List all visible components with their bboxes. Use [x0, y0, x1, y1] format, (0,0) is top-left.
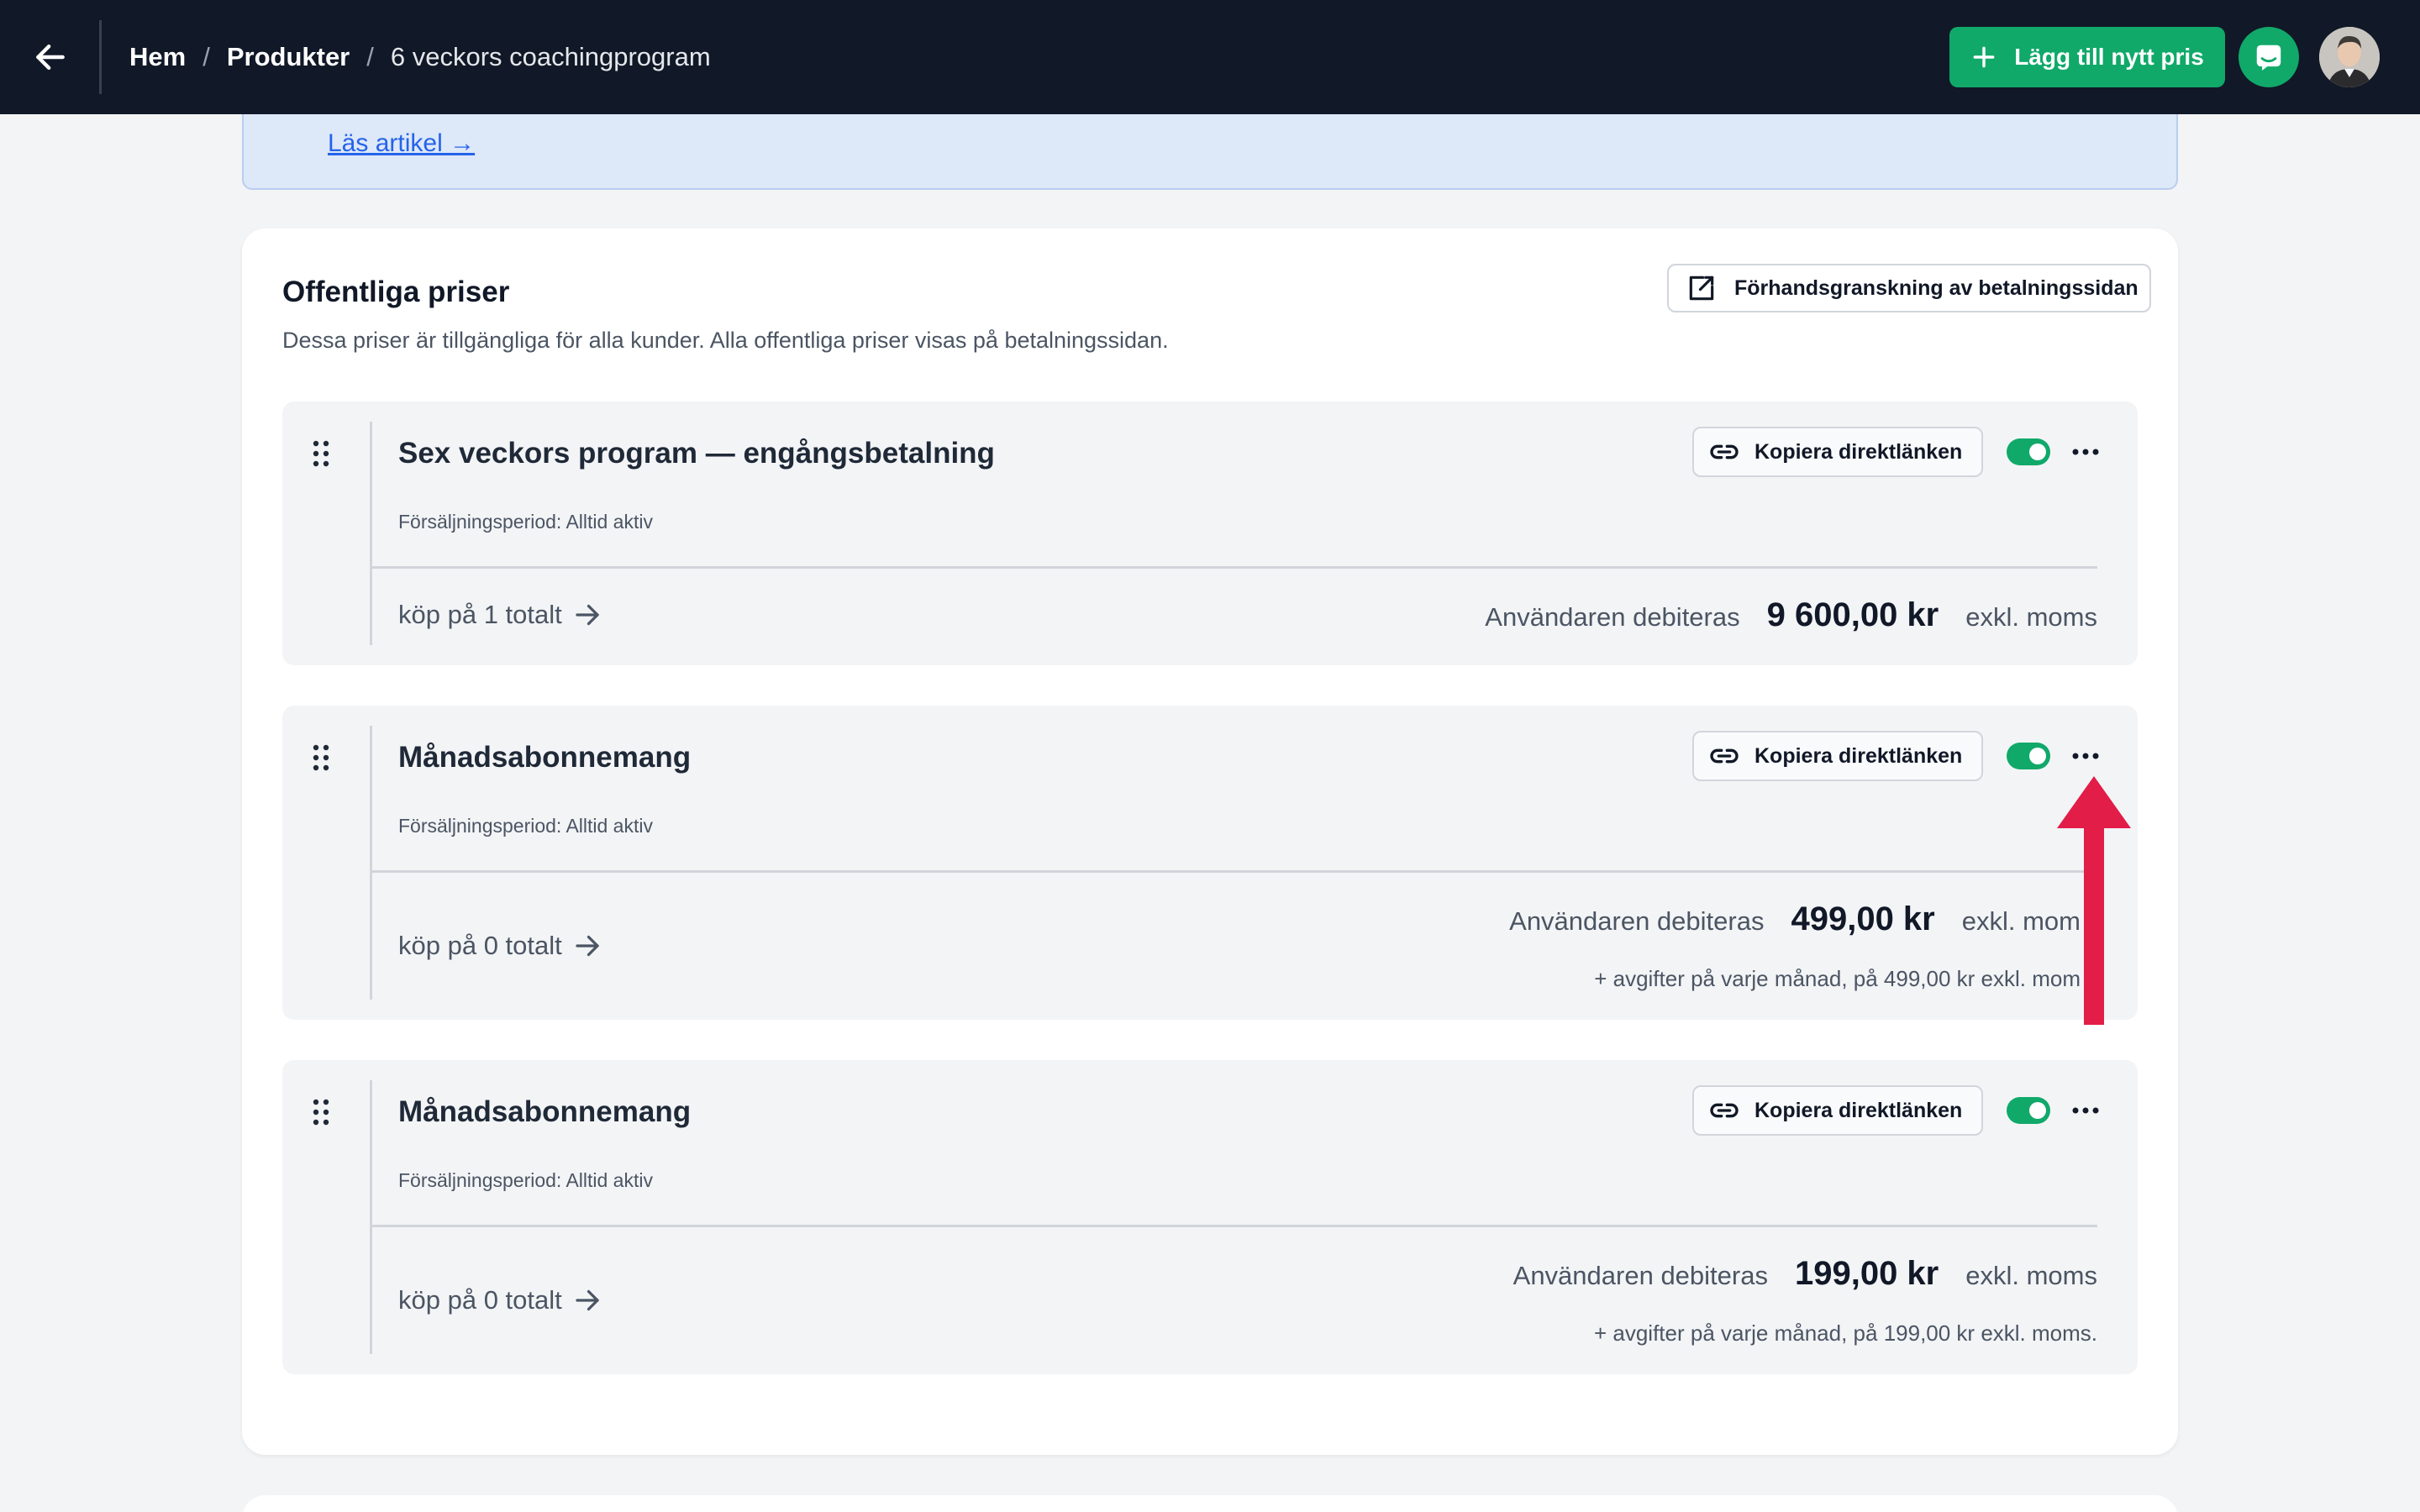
more-horizontal-icon	[2072, 449, 2099, 455]
purchases-link[interactable]: köp på 1 totalt	[398, 600, 602, 630]
section-title: Offentliga priser	[282, 276, 510, 308]
breadcrumb-home[interactable]: Hem	[129, 42, 186, 72]
row-divider-vertical	[370, 422, 372, 645]
user-avatar[interactable]	[2319, 27, 2380, 87]
more-options-button[interactable]	[2067, 433, 2104, 470]
price-amount: 9 600,00 kr	[1766, 596, 1939, 633]
avatar-image	[2319, 27, 2380, 87]
link-icon	[1710, 748, 1739, 764]
breadcrumb: Hem / Produkter / 6 veckors coachingprog…	[129, 37, 711, 77]
charge-prefix: Användaren debiteras	[1485, 602, 1740, 632]
plus-icon	[1973, 46, 1995, 68]
purchases-link[interactable]: köp på 0 totalt	[398, 931, 602, 961]
price-title: Månadsabonnemang	[398, 741, 692, 774]
annotation-arrow-icon	[2057, 776, 2131, 1025]
active-toggle[interactable]	[2007, 1097, 2050, 1124]
active-toggle[interactable]	[2007, 743, 2050, 769]
charge-summary: Användaren debiteras 9 600,00 kr exkl. m…	[1485, 596, 2097, 634]
row-divider-vertical	[370, 726, 372, 1000]
sales-period: Försäljningsperiod: Alltid aktiv	[398, 511, 653, 533]
active-toggle[interactable]	[2007, 438, 2050, 465]
info-banner: Läs artikel →	[242, 114, 2178, 190]
purchases-count: köp på 0 totalt	[398, 931, 562, 960]
price-row: Månadsabonnemang Försäljningsperiod: All…	[282, 1060, 2138, 1374]
copy-direct-link-button[interactable]: Kopiera direktlänken	[1692, 731, 1983, 781]
row-divider-horizontal	[370, 1225, 2097, 1227]
price-amount: 199,00 kr	[1794, 1255, 1939, 1292]
link-icon	[1710, 444, 1739, 459]
preview-checkout-label: Förhandsgranskning av betalningssidan	[1734, 276, 2139, 300]
purchases-count: köp på 1 totalt	[398, 600, 562, 629]
more-options-button[interactable]	[2067, 738, 2104, 774]
next-card	[242, 1495, 2178, 1512]
purchases-link[interactable]: köp på 0 totalt	[398, 1285, 602, 1315]
link-icon	[1710, 1103, 1739, 1118]
row-divider-vertical	[370, 1080, 372, 1354]
chat-button[interactable]	[2238, 27, 2299, 87]
recurring-fee-note: + avgifter på varje månad, på 199,00 kr …	[1593, 1320, 2097, 1346]
breadcrumb-separator: /	[203, 42, 210, 71]
copy-direct-link-label: Kopiera direktlänken	[1754, 743, 1963, 768]
section-subtitle: Dessa priser är tillgängliga för alla ku…	[282, 328, 1169, 353]
read-article-link[interactable]: Läs artikel →	[328, 129, 475, 158]
arrow-left-icon	[36, 44, 65, 71]
chat-bubble-icon	[2256, 45, 2281, 71]
sales-period: Försäljningsperiod: Alltid aktiv	[398, 815, 653, 837]
price-row: Månadsabonnemang Försäljningsperiod: All…	[282, 706, 2138, 1020]
arrow-right-icon	[576, 604, 599, 626]
more-options-button[interactable]	[2067, 1092, 2104, 1129]
back-button[interactable]	[25, 32, 76, 82]
topbar-divider	[99, 20, 102, 94]
toggle-knob	[2029, 444, 2046, 460]
charge-prefix: Användaren debiteras	[1512, 1261, 1768, 1290]
more-horizontal-icon	[2072, 1107, 2099, 1114]
price-title: Sex veckors program — engångsbetalning	[398, 437, 995, 470]
charge-prefix: Användaren debiteras	[1509, 906, 1765, 936]
copy-direct-link-button[interactable]: Kopiera direktlänken	[1692, 427, 1983, 477]
add-new-price-button[interactable]: Lägg till nytt pris	[1949, 27, 2225, 87]
copy-direct-link-button[interactable]: Kopiera direktlänken	[1692, 1085, 1983, 1136]
charge-summary: Användaren debiteras 199,00 kr exkl. mom…	[1513, 1255, 2097, 1293]
tax-note: exkl. moms	[1965, 602, 2097, 632]
preview-checkout-button[interactable]: Förhandsgranskning av betalningssidan	[1667, 264, 2151, 312]
external-link-icon	[1689, 276, 1714, 301]
row-divider-horizontal	[370, 870, 2097, 873]
breadcrumb-current: 6 veckors coachingprogram	[390, 42, 711, 71]
copy-direct-link-label: Kopiera direktlänken	[1754, 439, 1963, 464]
purchases-count: köp på 0 totalt	[398, 1285, 562, 1315]
more-horizontal-icon	[2072, 753, 2099, 759]
price-row: Sex veckors program — engångsbetalning F…	[282, 402, 2138, 665]
toggle-knob	[2029, 748, 2046, 764]
drag-handle-icon[interactable]	[311, 1097, 331, 1127]
price-amount: 499,00 kr	[1791, 900, 1935, 937]
tax-note: exkl. moms	[1965, 1261, 2097, 1290]
charge-summary: Användaren debiteras 499,00 kr exkl. mom	[1509, 900, 2081, 938]
price-title: Månadsabonnemang	[398, 1095, 692, 1128]
copy-direct-link-label: Kopiera direktlänken	[1754, 1098, 1963, 1122]
recurring-fee-note: + avgifter på varje månad, på 499,00 kr …	[1594, 966, 2081, 991]
arrow-right-icon	[576, 1289, 599, 1311]
drag-handle-icon[interactable]	[311, 743, 331, 773]
sales-period: Försäljningsperiod: Alltid aktiv	[398, 1169, 653, 1191]
toggle-knob	[2029, 1102, 2046, 1119]
breadcrumb-products[interactable]: Produkter	[227, 42, 350, 72]
top-bar: Hem / Produkter / 6 veckors coachingprog…	[0, 0, 2420, 114]
drag-handle-icon[interactable]	[311, 438, 331, 469]
breadcrumb-separator: /	[366, 42, 374, 71]
arrow-right-icon	[576, 935, 599, 957]
row-divider-horizontal	[370, 566, 2097, 569]
add-new-price-label: Lägg till nytt pris	[2014, 44, 2204, 70]
